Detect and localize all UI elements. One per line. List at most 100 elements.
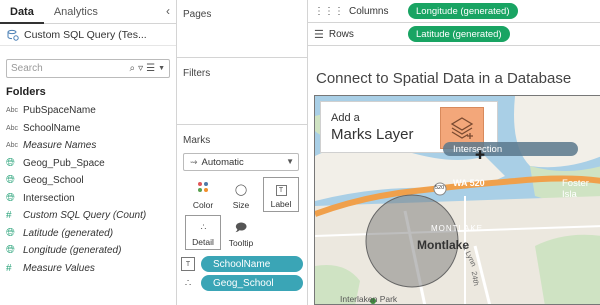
latitude-pill[interactable]: Latitude (generated) [408,26,510,42]
dragged-intersection-pill[interactable]: Intersection [443,142,578,156]
drag-cursor-icon: ✚ [475,148,486,162]
globe-icon: 🌐︎ [6,226,15,239]
filter-icon[interactable]: ▿ [138,63,143,74]
field-name: PubSpaceName [23,105,96,117]
field-name: Intersection [23,192,75,204]
rows-shelf-label: ☰ Rows [308,28,408,41]
detail-label: Detail [192,237,214,247]
field-name: Measure Names [23,140,97,152]
field-name: Measure Values [23,262,95,274]
park-label: Interlaken Park [340,294,398,304]
field-name: Geog_Pub_Space [23,157,105,169]
detail-dots-icon: ∴ [184,277,192,289]
rows-label: Rows [328,28,354,40]
dropdown-caret-icon[interactable]: ▼ [158,65,165,72]
globe-icon: 🌐︎ [6,244,15,257]
pill-label: Geog_School [213,277,274,289]
view-pane: ⋮⋮⋮ Columns Longitude (generated) ☰ Rows… [307,0,600,305]
tooltip-icon: 🗩︎ [234,222,248,234]
database-icon [7,29,19,41]
label-label: Label [270,199,292,209]
field-item[interactable]: 🌐︎ Geog_Pub_Space [0,155,176,173]
number-type-icon: # [6,262,12,274]
globe-icon: 🌐︎ [6,156,15,169]
columns-label: Columns [349,5,389,17]
field-name: Latitude (generated) [23,227,114,239]
columns-shelf-label: ⋮⋮⋮ Columns [308,6,408,17]
size-button[interactable]: ◯ Size [223,177,259,212]
field-name: Custom SQL Query (Count) [23,210,147,222]
highway-shield-label: 520 [435,185,445,191]
mark-type-dropdown[interactable]: ⇝ Automatic ▼ [183,153,299,171]
filters-card-title: Filters [183,68,211,79]
number-type-icon: # [6,210,12,222]
highway-label: WA 520 [453,178,485,188]
search-input[interactable]: Search ⌕ ▿ ☰ ▼ [6,58,170,78]
color-button[interactable]: Color [185,177,221,212]
data-source-name: Custom SQL Query (Tes... [24,28,147,41]
calculated-globe-icon: 🌐︎ [6,191,15,204]
callout-line-1: Add a [331,112,360,124]
field-item[interactable]: Abc SchoolName [0,120,176,138]
field-item[interactable]: Abc PubSpaceName [0,102,176,120]
rows-shelf[interactable]: ☰ Rows Latitude (generated) [308,23,600,46]
field-item[interactable]: 🌐︎ Intersection [0,190,176,208]
foster-island-label: Foster Isla [562,178,589,200]
detail-button[interactable]: ∴ Detail [185,215,221,250]
field-name: Geog_School [23,175,84,187]
field-item[interactable]: # Measure Values [0,260,176,278]
field-item[interactable]: Abc Measure Names [0,137,176,155]
chevron-down-icon: ▼ [286,157,294,166]
string-type-icon: Abc [6,107,19,115]
search-placeholder: Search [11,62,43,74]
longitude-pill[interactable]: Longitude (generated) [408,3,518,19]
tab-data[interactable]: Data [0,0,44,24]
pages-card-title: Pages [183,9,212,20]
detail-dots-icon: ∴ [200,222,207,232]
field-name: SchoolName [23,122,81,134]
pill-label: SchoolName [213,258,271,270]
color-label: Color [192,200,214,210]
map-view[interactable]: WA 520 Foster Isla MONTLAKE Montlake Int… [314,95,600,305]
data-pane: Data Analytics ‹ Custom SQL Query (Tes..… [0,0,177,305]
callout-line-2: Marks Layer [331,126,414,143]
divider [177,124,307,125]
tooltip-button[interactable]: 🗩︎ Tooltip [223,215,259,250]
text-label-icon: T [181,257,195,271]
field-name: Longitude (generated) [23,245,122,257]
field-item[interactable]: 🌐︎ Geog_School [0,172,176,190]
string-type-icon: Abc [6,142,19,150]
schoolname-pill[interactable]: SchoolName [201,256,303,272]
search-row: Search ⌕ ▿ ☰ ▼ [0,56,176,80]
divider [177,57,307,58]
folders-heading: Folders [6,86,46,98]
mark-type-value: Automatic [201,156,244,168]
sheet-title: Connect to Spatial Data in a Database [316,70,572,87]
field-item[interactable]: 🌐︎ Latitude (generated) [0,225,176,243]
tooltip-label: Tooltip [228,238,254,248]
columns-shelf[interactable]: ⋮⋮⋮ Columns Longitude (generated) [308,0,600,23]
marks-card-title: Marks [183,135,211,146]
field-item[interactable]: 🌐︎ Longitude (generated) [0,242,176,260]
geog-school-pill[interactable]: Geog_School [201,275,303,291]
rows-icon: ☰ [314,28,324,41]
search-tools: ⌕ ▿ ☰ ▼ [129,63,165,74]
color-dots-icon [197,181,209,197]
chevron-left-icon[interactable]: ‹ [166,4,170,18]
cards-pane: Pages Filters Marks ⇝ Automatic ▼ Color … [177,0,307,305]
data-source-item[interactable]: Custom SQL Query (Tes... [0,24,176,46]
field-item[interactable]: # Custom SQL Query (Count) [0,207,176,225]
montlake-small-label: MONTLAKE [431,224,484,233]
tab-analytics[interactable]: Analytics [44,0,108,24]
size-label: Size [232,200,250,210]
string-type-icon: Abc [6,124,19,132]
columns-icon: ⋮⋮⋮ [314,5,344,17]
globe-icon: 🌐︎ [6,174,15,187]
pane-tabs: Data Analytics ‹ [0,0,176,24]
size-icon: ◯ [234,184,248,196]
list-view-icon[interactable]: ☰ [146,63,155,74]
field-list: Abc PubSpaceName Abc SchoolName Abc Measure… [0,102,176,277]
label-button[interactable]: T Label [263,177,299,212]
callout-text: Add a Marks Layer [331,112,414,143]
search-icon[interactable]: ⌕ [129,63,135,74]
